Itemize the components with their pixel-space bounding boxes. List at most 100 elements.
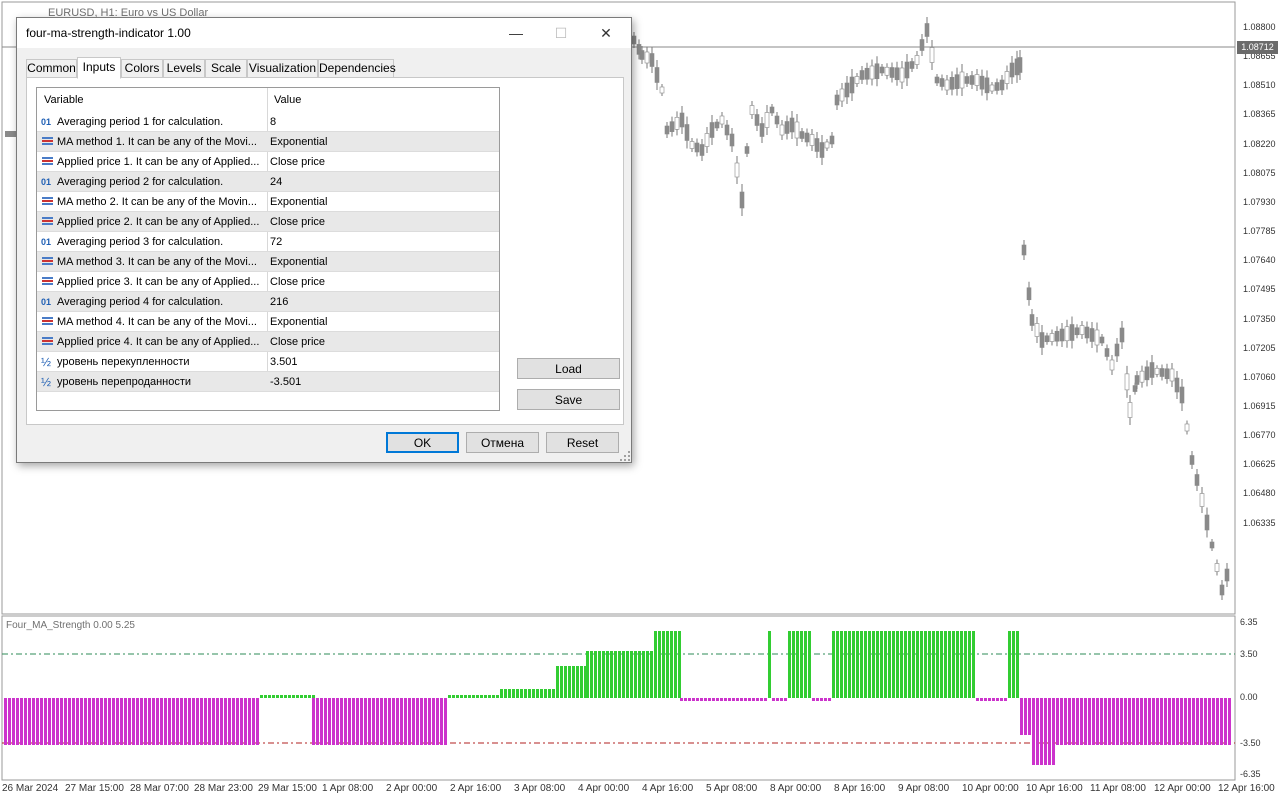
bull-bar (940, 631, 943, 698)
tab-scale[interactable]: Scale (205, 59, 247, 78)
tab-colors[interactable]: Colors (121, 59, 163, 78)
table-row[interactable]: ½ уровень перекупленности 3.501 (37, 352, 499, 372)
minimize-button[interactable]: — (493, 18, 539, 48)
table-row[interactable]: MA method 1. It can be any of the Movi..… (37, 132, 499, 152)
bear-bar (1100, 698, 1103, 745)
bear-bar (724, 698, 727, 701)
row-value[interactable]: Exponential (270, 132, 328, 152)
table-row[interactable]: 01 Averaging period 4 for calculation. 216 (37, 292, 499, 312)
table-row[interactable]: Applied price 1. It can be any of Applie… (37, 152, 499, 172)
bear-bar (316, 698, 319, 745)
candle-body (1009, 62, 1015, 78)
bear-bar (1048, 698, 1051, 765)
reset-button[interactable]: Reset (546, 432, 619, 453)
row-value[interactable]: 216 (270, 292, 288, 312)
cancel-button[interactable]: Отмена (466, 432, 539, 453)
bull-bar (296, 695, 299, 698)
bull-bar (928, 631, 931, 698)
bear-bar (1164, 698, 1167, 745)
maximize-button[interactable]: ☐ (538, 18, 584, 48)
candle-body (1004, 71, 1010, 84)
candle-body (1084, 326, 1090, 339)
bear-bar (776, 698, 779, 701)
bull-bar (1008, 631, 1011, 698)
current-price-label: 1.08712 (1237, 41, 1278, 54)
row-value[interactable]: 24 (270, 172, 282, 192)
bull-bar (544, 689, 547, 698)
bull-bar (264, 695, 267, 698)
candle-body (694, 142, 700, 153)
row-value[interactable]: Exponential (270, 192, 328, 212)
bear-bar (680, 698, 683, 701)
price-tick-label: 1.06770 (1243, 430, 1276, 441)
candle-body (1189, 455, 1195, 465)
candle-body (1029, 314, 1035, 326)
candle-body (1139, 370, 1145, 383)
indicator-properties-dialog: four-ma-strength-indicator 1.00 — ☐ ✕ Co… (16, 17, 632, 463)
bull-bar (836, 631, 839, 698)
row-value[interactable]: Close price (270, 332, 325, 352)
row-value[interactable]: Exponential (270, 252, 328, 272)
price-tick-label: 1.08220 (1243, 138, 1276, 149)
bear-bar (820, 698, 823, 701)
row-value[interactable]: -3.501 (270, 372, 301, 392)
row-value[interactable]: 72 (270, 232, 282, 252)
price-tick-label: 1.06625 (1243, 459, 1276, 470)
candle-body (699, 144, 705, 156)
ok-button[interactable]: OK (386, 432, 459, 453)
row-value[interactable]: Close price (270, 212, 325, 232)
tab-common[interactable]: Common (26, 59, 77, 78)
candle-body (1214, 563, 1220, 572)
table-row[interactable]: Applied price 4. It can be any of Applie… (37, 332, 499, 352)
save-button[interactable]: Save (517, 389, 620, 410)
bear-bar (220, 698, 223, 745)
dialog-titlebar[interactable]: four-ma-strength-indicator 1.00 — ☐ ✕ (17, 18, 631, 48)
integer-icon: 01 (41, 177, 52, 187)
bear-bar (816, 698, 819, 701)
bear-bar (156, 698, 159, 745)
bear-bar (216, 698, 219, 745)
candle-body (799, 131, 805, 139)
row-value[interactable]: 3.501 (270, 352, 298, 372)
header-value[interactable]: Value (267, 88, 301, 112)
price-tick-label: 1.08075 (1243, 167, 1276, 178)
row-variable: Applied price 2. It can be any of Applie… (57, 216, 260, 228)
bear-bar (12, 698, 15, 745)
candle-body (744, 146, 750, 154)
bull-bar (520, 689, 523, 698)
tab-inputs[interactable]: Inputs (77, 57, 121, 79)
table-row[interactable]: Applied price 2. It can be any of Applie… (37, 212, 499, 232)
row-value[interactable]: Close price (270, 152, 325, 172)
bull-bar (452, 695, 455, 698)
bear-bar (28, 698, 31, 745)
resize-grip-icon[interactable] (620, 451, 630, 461)
row-value[interactable]: Close price (270, 272, 325, 292)
row-variable: Averaging period 2 for calculation. (57, 176, 224, 188)
indicator-tick-label: 3.50 (1240, 649, 1258, 659)
row-value[interactable]: Exponential (270, 312, 328, 332)
bear-bar (84, 698, 87, 745)
candle-body (709, 122, 715, 138)
tab-dependencies[interactable]: Dependencies (318, 59, 396, 78)
close-button[interactable]: ✕ (583, 18, 629, 48)
table-row[interactable]: 01 Averaging period 2 for calculation. 24 (37, 172, 499, 192)
load-button[interactable]: Load (517, 358, 620, 379)
table-row[interactable]: 01 Averaging period 3 for calculation. 72 (37, 232, 499, 252)
table-row[interactable]: MA method 3. It can be any of the Movi..… (37, 252, 499, 272)
tab-visualization[interactable]: Visualization (247, 59, 318, 78)
bear-bar (428, 698, 431, 745)
row-value[interactable]: 8 (270, 112, 276, 132)
table-row[interactable]: MA metho 2. It can be any of the Movin..… (37, 192, 499, 212)
price-tick-label: 1.06335 (1243, 517, 1276, 528)
header-variable[interactable]: Variable (37, 88, 84, 112)
row-variable: Applied price 1. It can be any of Applie… (57, 156, 260, 168)
table-row[interactable]: MA method 4. It can be any of the Movi..… (37, 312, 499, 332)
time-tick-label: 8 Apr 16:00 (834, 783, 886, 794)
tab-levels[interactable]: Levels (163, 59, 205, 78)
bear-bar (696, 698, 699, 701)
table-row[interactable]: ½ уровень перепроданности -3.501 (37, 372, 499, 392)
table-row[interactable]: Applied price 3. It can be any of Applie… (37, 272, 499, 292)
indicator-tick-label: 6.35 (1240, 617, 1258, 627)
bull-bar (500, 689, 503, 698)
table-row[interactable]: 01 Averaging period 1 for calculation. 8 (37, 112, 499, 132)
